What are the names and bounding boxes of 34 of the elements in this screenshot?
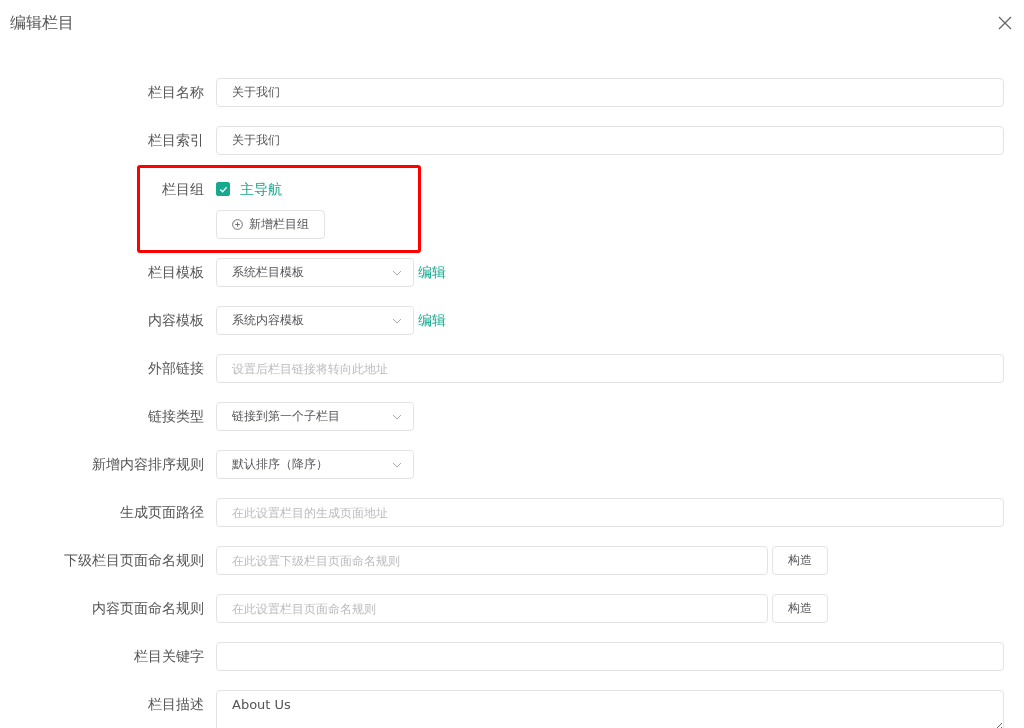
field-label: 栏目模板	[148, 263, 204, 282]
field-label: 栏目关键字	[134, 647, 204, 666]
checkbox-label: 主导航	[240, 180, 282, 199]
text-field[interactable]: 在此设置栏目的生成页面地址	[216, 498, 1004, 527]
close-icon[interactable]	[998, 16, 1012, 30]
field-label: 内容页面命名规则	[92, 599, 204, 618]
text-field[interactable]: 关于我们	[216, 78, 1004, 107]
field-label: 栏目描述	[148, 695, 204, 714]
field-label: 栏目索引	[148, 131, 204, 150]
field-label: 新增内容排序规则	[92, 455, 204, 474]
field-label: 栏目名称	[148, 83, 204, 102]
text-field[interactable]: 在此设置栏目页面命名规则	[216, 594, 768, 623]
dropdown[interactable]: 系统内容模板	[216, 306, 414, 335]
text-field[interactable]: 设置后栏目链接将转向此地址	[216, 354, 1004, 383]
build-button[interactable]: 构造	[772, 546, 828, 575]
dropdown[interactable]: 系统栏目模板	[216, 258, 414, 287]
plus-circle-icon	[232, 219, 243, 230]
field-label: 栏目组	[162, 180, 204, 199]
field-label: 生成页面路径	[120, 503, 204, 522]
text-field[interactable]: 关于我们	[216, 126, 1004, 155]
field-label: 下级栏目页面命名规则	[64, 551, 204, 570]
text-field[interactable]	[216, 642, 1004, 671]
field-label: 链接类型	[148, 407, 204, 426]
build-button[interactable]: 构造	[772, 594, 828, 623]
dialog-title: 编辑栏目	[10, 12, 74, 34]
field-label: 外部链接	[148, 359, 204, 378]
text-field[interactable]: 在此设置下级栏目页面命名规则	[216, 546, 768, 575]
dropdown[interactable]: 链接到第一个子栏目	[216, 402, 414, 431]
field-label: 内容模板	[148, 311, 204, 330]
check-icon	[218, 184, 228, 194]
add-group-button[interactable]: 新增栏目组	[216, 210, 325, 239]
description-textarea[interactable]: About Us	[216, 690, 1004, 728]
dropdown[interactable]: 默认排序（降序）	[216, 450, 414, 479]
checkbox[interactable]	[216, 182, 230, 196]
